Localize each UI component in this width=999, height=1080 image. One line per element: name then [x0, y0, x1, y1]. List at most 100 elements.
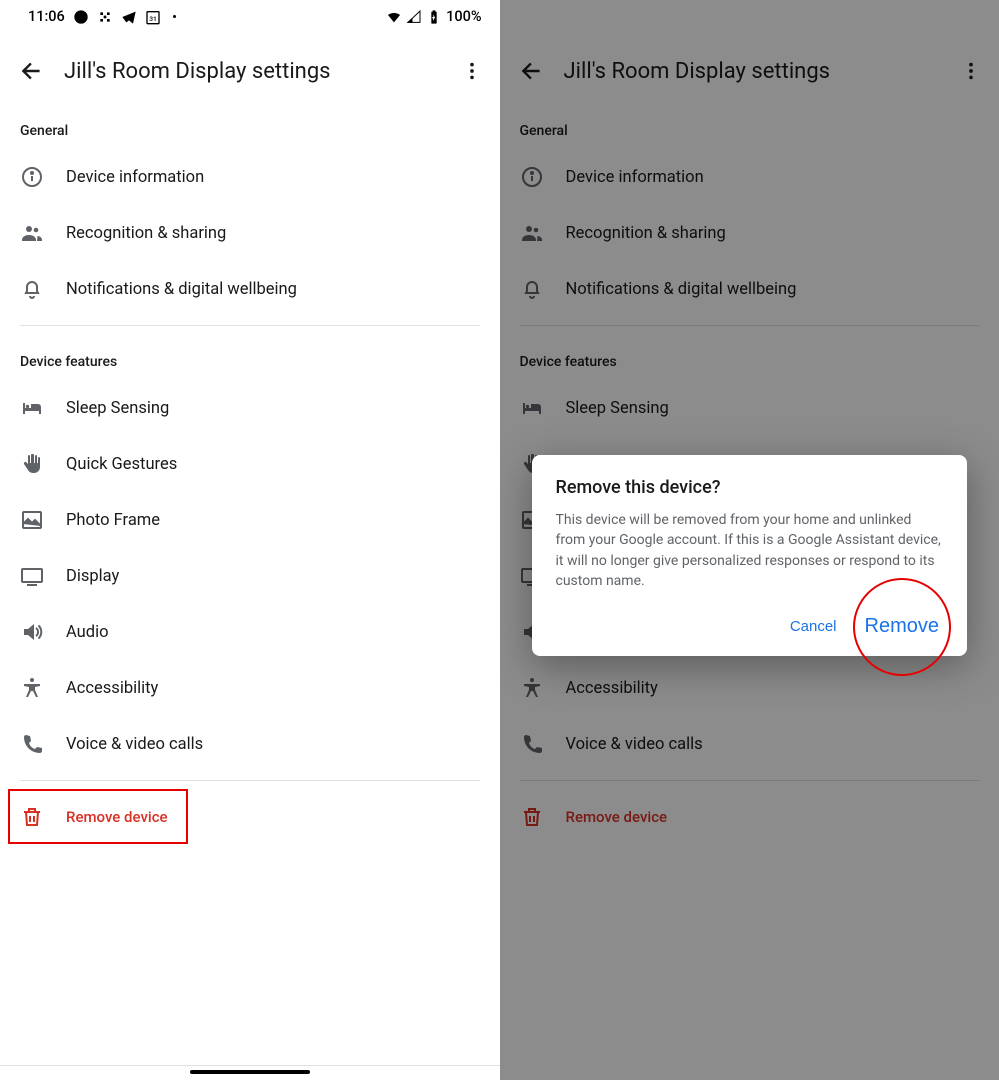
status-bar-left: 11:06 31 [528, 8, 676, 25]
item-label: Recognition & sharing [566, 224, 726, 243]
wifi-icon [386, 9, 402, 25]
nav-handle[interactable] [689, 1070, 809, 1074]
wifi-icon [886, 9, 902, 25]
item-label: Device information [566, 168, 704, 187]
item-accessibility[interactable]: Accessibility [0, 660, 500, 716]
status-bar-right: 100% [886, 8, 981, 25]
item-label: Notifications & digital wellbeing [66, 280, 297, 299]
item-label: Quick Gestures [66, 455, 177, 474]
section-header-general: General [0, 103, 500, 149]
messenger-icon [73, 9, 89, 25]
item-display[interactable]: Display [0, 548, 500, 604]
trash-icon [520, 805, 544, 829]
item-photo-frame[interactable]: Photo Frame [0, 492, 500, 548]
app-bar: Jill's Room Display settings [500, 29, 999, 103]
item-label: Sleep Sensing [566, 399, 669, 418]
display-icon [20, 564, 44, 588]
item-label: Photo Frame [66, 511, 160, 530]
remove-device-dialog: Remove this device? This device will be … [532, 455, 968, 656]
item-device-information[interactable]: Device information [500, 149, 999, 205]
telegram-icon [121, 9, 137, 25]
info-icon [520, 165, 544, 189]
status-bar: 11:06 31 100% [500, 0, 999, 29]
section-header-general: General [500, 103, 999, 149]
svg-text:31: 31 [149, 15, 157, 23]
slack-icon [97, 9, 113, 25]
item-quick-gestures[interactable]: Quick Gestures [0, 436, 500, 492]
app-bar: Jill's Room Display settings [0, 29, 500, 103]
status-bar: 11:06 31 100% [0, 0, 500, 29]
item-notifications-wellbeing[interactable]: Notifications & digital wellbeing [0, 261, 500, 317]
page-title: Jill's Room Display settings [564, 59, 940, 84]
calendar-icon: 31 [644, 9, 660, 25]
item-label: Remove device [566, 808, 668, 826]
item-recognition-sharing[interactable]: Recognition & sharing [0, 205, 500, 261]
item-voice-video-calls[interactable]: Voice & video calls [0, 716, 500, 772]
people-icon [520, 221, 544, 245]
people-icon [20, 221, 44, 245]
svg-text:31: 31 [649, 15, 657, 23]
hand-icon [20, 452, 44, 476]
item-remove-device[interactable]: Remove device [500, 789, 999, 845]
back-button[interactable] [518, 57, 546, 85]
section-header-features: Device features [500, 334, 999, 380]
bed-icon [520, 396, 544, 420]
dialog-title: Remove this device? [556, 477, 944, 498]
phone-screen-right: 11:06 31 100% Jill's Room Display settin… [500, 0, 999, 1080]
item-notifications-wellbeing[interactable]: Notifications & digital wellbeing [500, 261, 999, 317]
item-device-information[interactable]: Device information [0, 149, 500, 205]
telegram-icon [620, 9, 636, 25]
trash-icon [20, 805, 44, 829]
item-label: Recognition & sharing [66, 224, 226, 243]
dialog-remove-button[interactable]: Remove [861, 609, 943, 644]
item-label: Display [66, 567, 119, 586]
item-label: Notifications & digital wellbeing [566, 280, 797, 299]
info-icon [20, 165, 44, 189]
item-recognition-sharing[interactable]: Recognition & sharing [500, 205, 999, 261]
bed-icon [20, 396, 44, 420]
signal-icon [406, 9, 422, 25]
item-sleep-sensing[interactable]: Sleep Sensing [500, 380, 999, 436]
nav-handle[interactable] [190, 1070, 310, 1074]
battery-text: 100% [446, 8, 481, 25]
bell-icon [20, 277, 44, 301]
back-button[interactable] [18, 57, 46, 85]
item-label: Remove device [66, 808, 168, 826]
messenger-icon [572, 9, 588, 25]
item-voice-video-calls[interactable]: Voice & video calls [500, 716, 999, 772]
dialog-cancel-button[interactable]: Cancel [786, 612, 841, 641]
section-header-features: Device features [0, 334, 500, 380]
item-label: Accessibility [66, 679, 158, 698]
divider [20, 780, 480, 781]
image-icon [20, 508, 44, 532]
status-bar-left: 11:06 31 [28, 8, 176, 25]
divider [520, 325, 980, 326]
dialog-body: This device will be removed from your ho… [556, 510, 944, 591]
page-title: Jill's Room Display settings [64, 59, 440, 84]
accessibility-icon [520, 676, 544, 700]
more-notifications-dot [672, 15, 675, 18]
battery-icon [926, 9, 942, 25]
more-button[interactable] [458, 57, 486, 85]
status-bar-right: 100% [386, 8, 481, 25]
item-label: Voice & video calls [566, 735, 703, 754]
phone-screen-left: 11:06 31 100% Jill's Room Display settin… [0, 0, 500, 1080]
item-accessibility[interactable]: Accessibility [500, 660, 999, 716]
dialog-actions: Cancel Remove [556, 609, 944, 644]
item-remove-device[interactable]: Remove device [0, 789, 500, 845]
item-label: Device information [66, 168, 204, 187]
more-notifications-dot [173, 15, 176, 18]
item-label: Voice & video calls [66, 735, 203, 754]
battery-icon [426, 9, 442, 25]
item-label: Sleep Sensing [66, 399, 169, 418]
item-audio[interactable]: Audio [0, 604, 500, 660]
bell-icon [520, 277, 544, 301]
slack-icon [596, 9, 612, 25]
item-sleep-sensing[interactable]: Sleep Sensing [0, 380, 500, 436]
calendar-icon: 31 [145, 9, 161, 25]
more-button[interactable] [957, 57, 985, 85]
signal-icon [906, 9, 922, 25]
item-label: Accessibility [566, 679, 658, 698]
divider [20, 325, 480, 326]
phone-icon [520, 732, 544, 756]
